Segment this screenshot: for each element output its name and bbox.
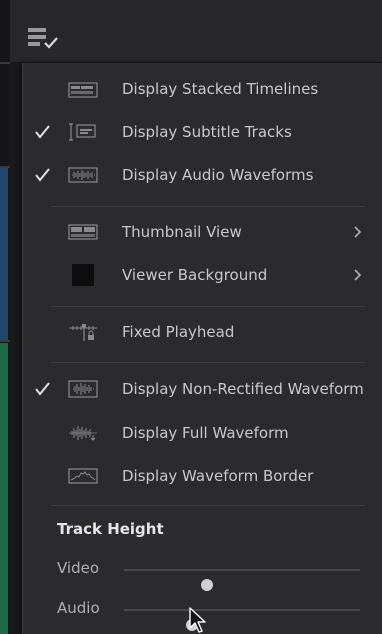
timeline-view-options-menu: Display Stacked Timelines Display Subtit…: [22, 63, 382, 634]
viewer-background-swatch: [72, 264, 94, 286]
menu-item-fixed-playhead[interactable]: Fixed Playhead: [23, 312, 382, 352]
menu-item-label: Display Non-Rectified Waveform: [122, 380, 364, 398]
non-rectified-waveform-icon: [68, 380, 98, 398]
menu-item-label: Display Full Waveform: [122, 424, 289, 442]
track-divider: [0, 340, 10, 342]
menu-item-label: Display Subtitle Tracks: [122, 123, 292, 141]
menu-item-label: Viewer Background: [122, 266, 268, 284]
menu-separator: [51, 505, 365, 506]
stacked-timelines-icon: [68, 82, 98, 98]
menu-item-label: Display Stacked Timelines: [122, 80, 319, 98]
video-slider-knob[interactable]: [200, 579, 213, 591]
video-slider-label: Video: [57, 559, 100, 577]
menu-item-viewer-background[interactable]: Viewer Background: [23, 255, 382, 295]
menu-separator: [51, 206, 365, 207]
menu-separator: [51, 362, 365, 363]
menu-item-thumbnail-view[interactable]: Thumbnail View: [23, 212, 382, 252]
menu-item-display-audio-waveforms[interactable]: Display Audio Waveforms: [23, 155, 382, 195]
fixed-playhead-icon: [69, 324, 97, 341]
checkmark-icon: [35, 382, 50, 396]
menu-item-display-full-waveform[interactable]: Display Full Waveform: [23, 413, 382, 453]
menu-item-display-subtitle-tracks[interactable]: Display Subtitle Tracks: [23, 112, 382, 152]
chevron-right-icon: [354, 226, 362, 238]
menu-item-label: Thumbnail View: [122, 223, 242, 241]
menu-item-display-waveform-border[interactable]: Display Waveform Border: [23, 456, 382, 496]
video-track-color-band: [0, 168, 8, 340]
track-divider: [0, 166, 10, 168]
checkmark-icon: [35, 125, 50, 139]
timeline-toolbar: [10, 0, 382, 63]
full-waveform-icon: [69, 426, 97, 441]
track-divider: [0, 62, 10, 64]
audio-track-height-slider[interactable]: [124, 609, 360, 631]
menu-item-label: Fixed Playhead: [122, 323, 235, 341]
video-track-height-slider[interactable]: [124, 569, 360, 591]
checkmark-icon: [35, 168, 50, 182]
mouse-pointer-cursor: [189, 607, 206, 633]
waveform-border-icon: [68, 468, 98, 484]
subtitle-tracks-icon: [69, 123, 96, 141]
menu-item-label: Display Waveform Border: [122, 467, 314, 485]
timeline-view-options-icon[interactable]: [28, 28, 62, 50]
chevron-right-icon: [354, 269, 362, 281]
thumbnail-view-icon: [68, 224, 98, 240]
track-height-title: Track Height: [57, 520, 164, 538]
audio-waveforms-icon: [68, 167, 98, 183]
timeline-track-strip: [0, 0, 10, 634]
menu-separator: [51, 306, 365, 307]
menu-item-display-stacked-timelines[interactable]: Display Stacked Timelines: [23, 69, 382, 109]
audio-slider-label: Audio: [57, 599, 100, 617]
menu-item-label: Display Audio Waveforms: [122, 166, 314, 184]
menu-item-display-non-rectified-waveform[interactable]: Display Non-Rectified Waveform: [23, 369, 382, 409]
video-track-height-row: Video: [23, 554, 382, 591]
audio-track-color-band: [0, 343, 8, 634]
